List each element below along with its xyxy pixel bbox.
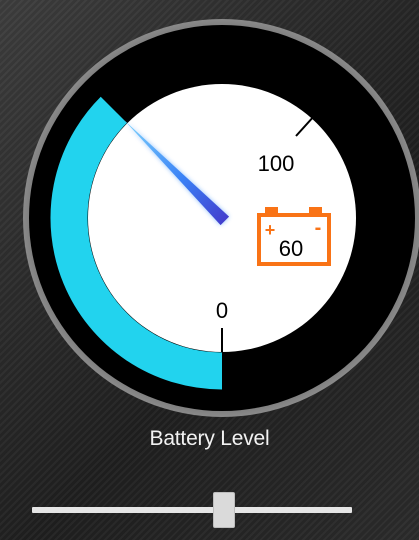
svg-text:-: - [315, 217, 322, 239]
gauge-dial: 100 0 + - 60 [23, 19, 419, 417]
min-label: 0 [216, 298, 228, 323]
battery-icon: + - 60 [257, 207, 331, 266]
battery-gauge: 100 0 + - 60 Battery Level [0, 0, 419, 450]
max-label: 100 [258, 151, 295, 176]
gauge-title: Battery Level [149, 427, 270, 450]
battery-level-slider[interactable] [32, 492, 352, 528]
battery-value-label: 60 [279, 236, 303, 261]
svg-text:+: + [265, 220, 276, 240]
slider-track[interactable] [32, 507, 352, 513]
slider-thumb[interactable] [213, 492, 235, 528]
